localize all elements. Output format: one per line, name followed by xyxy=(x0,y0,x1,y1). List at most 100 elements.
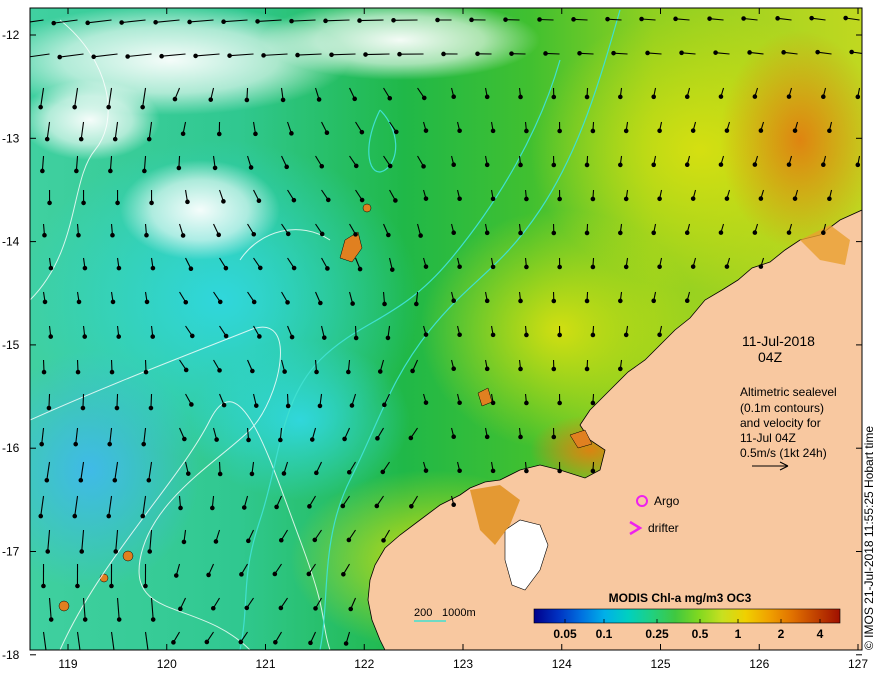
velocity-arrowhead xyxy=(181,539,187,545)
velocity-arrowhead xyxy=(747,50,752,55)
velocity-arrowhead xyxy=(188,266,194,272)
velocity-arrowhead xyxy=(149,200,154,206)
velocity-arrowhead xyxy=(41,583,46,589)
velocity-arrowhead xyxy=(518,94,523,100)
velocity-arrowhead xyxy=(45,549,51,554)
velocity-arrowhead xyxy=(316,97,322,102)
velocity-arrowhead xyxy=(187,19,192,25)
velocity-arrowhead xyxy=(256,198,262,204)
map-date: 11-Jul-2018 xyxy=(742,333,815,349)
velocity-arrowhead xyxy=(718,230,724,235)
velocity-arrowhead xyxy=(861,129,862,133)
velocity-arrowhead xyxy=(108,168,113,174)
velocity-arrowhead xyxy=(45,649,47,650)
velocity-arrowhead xyxy=(457,128,462,134)
velocity-arrowhead xyxy=(85,20,90,26)
velocity-arrowhead xyxy=(48,617,54,622)
velocity-arrowhead xyxy=(490,332,496,338)
argo-label: Argo xyxy=(654,494,680,508)
velocity-arrowhead xyxy=(518,366,523,372)
velocity-arrowhead xyxy=(91,54,96,60)
velocity-arrowhead xyxy=(684,230,690,236)
velocity-arrowhead xyxy=(44,477,50,483)
velocity-arrowhead xyxy=(350,301,355,306)
velocity-arrowhead xyxy=(375,436,380,441)
velocity-arrowhead xyxy=(321,335,327,340)
velocity-arrowhead xyxy=(551,94,557,100)
velocity-arrowhead xyxy=(815,49,820,55)
velocity-arrowhead xyxy=(639,16,644,22)
velocity-arrowhead xyxy=(341,571,346,577)
velocity-arrowhead xyxy=(76,299,82,305)
velocity-arrowhead xyxy=(605,16,610,22)
velocity-arrowhead xyxy=(387,95,393,101)
velocity-arrowhead xyxy=(348,606,354,612)
info-line: and velocity for xyxy=(740,416,821,430)
velocity-arrowhead xyxy=(79,649,81,650)
velocity-arrowhead xyxy=(227,53,232,58)
velocity-arrowhead xyxy=(423,128,429,133)
velocity-arrowhead xyxy=(524,264,529,270)
lon-tick-label: 120 xyxy=(157,657,177,671)
velocity-arrowhead xyxy=(206,572,211,578)
velocity-arrowhead xyxy=(484,162,490,168)
velocity-arrowhead xyxy=(217,368,222,373)
velocity-arrowhead xyxy=(189,333,195,339)
velocity-arrowhead xyxy=(48,265,54,271)
velocity-arrowhead xyxy=(584,94,590,100)
velocity-arrowhead xyxy=(291,265,297,271)
velocity-arrowhead xyxy=(557,264,562,270)
velocity-arrowhead xyxy=(584,162,590,168)
velocity-arrowhead xyxy=(308,640,313,646)
velocity-arrowhead xyxy=(843,15,848,21)
velocity-arrowhead xyxy=(623,264,629,270)
info-line: 11-Jul 04Z xyxy=(740,431,796,445)
velocity-arrowhead xyxy=(79,549,85,554)
velocity-arrowhead xyxy=(255,19,260,24)
velocity-arrowhead xyxy=(241,505,247,510)
velocity-arrowhead xyxy=(185,471,191,476)
velocity-arrowhead xyxy=(758,128,764,133)
velocity-arrowhead xyxy=(423,468,429,473)
velocity-arrowhead xyxy=(82,265,88,271)
velocity-arrowhead xyxy=(116,265,122,271)
velocity-arrowhead xyxy=(248,165,254,170)
velocity-arrowhead xyxy=(48,334,54,339)
velocity-arrowhead xyxy=(176,165,182,171)
colorbar-tick-label: 2 xyxy=(778,627,785,641)
velocity-arrowhead xyxy=(81,200,86,206)
velocity-arrowhead xyxy=(821,94,826,100)
velocity-arrowhead xyxy=(353,335,359,341)
velocity-arrowhead xyxy=(106,104,111,110)
velocity-arrowhead xyxy=(490,400,496,406)
velocity-arrowhead xyxy=(253,131,258,137)
velocity-arrowhead xyxy=(457,264,462,270)
lon-tick-label: 119 xyxy=(58,657,77,671)
velocity-arrowhead xyxy=(451,230,457,236)
velocity-arrowhead xyxy=(238,639,244,645)
velocity-arrowhead xyxy=(261,53,266,58)
velocity-arrowhead xyxy=(855,94,861,100)
velocity-arrowhead xyxy=(484,94,490,100)
velocity-arrowhead xyxy=(40,168,45,174)
velocity-arrowhead xyxy=(590,128,596,134)
velocity-arrowhead xyxy=(193,53,198,59)
velocity-arrowhead xyxy=(792,196,798,201)
velocity-arrowhead xyxy=(524,128,529,134)
velocity-arrowhead xyxy=(183,367,189,373)
velocity-arrowhead xyxy=(221,402,227,408)
velocity-arrowhead xyxy=(551,434,557,440)
info-line: 0.5m/s (1kt 24h) xyxy=(740,446,827,460)
velocity-arrowhead xyxy=(713,50,718,55)
velocity-arrowhead xyxy=(171,640,176,645)
colorbar-tick-label: 0.25 xyxy=(645,627,669,641)
velocity-arrowhead xyxy=(381,538,386,543)
velocity-arrowhead xyxy=(718,94,724,99)
velocity-arrowhead xyxy=(387,163,393,169)
velocity-arrowhead xyxy=(827,196,832,202)
velocity-arrowhead xyxy=(690,264,696,269)
velocity-arrowhead xyxy=(457,332,462,338)
velocity-arrowhead xyxy=(217,471,223,477)
velocity-arrowhead xyxy=(557,196,562,202)
velocity-arrowhead xyxy=(72,104,77,110)
